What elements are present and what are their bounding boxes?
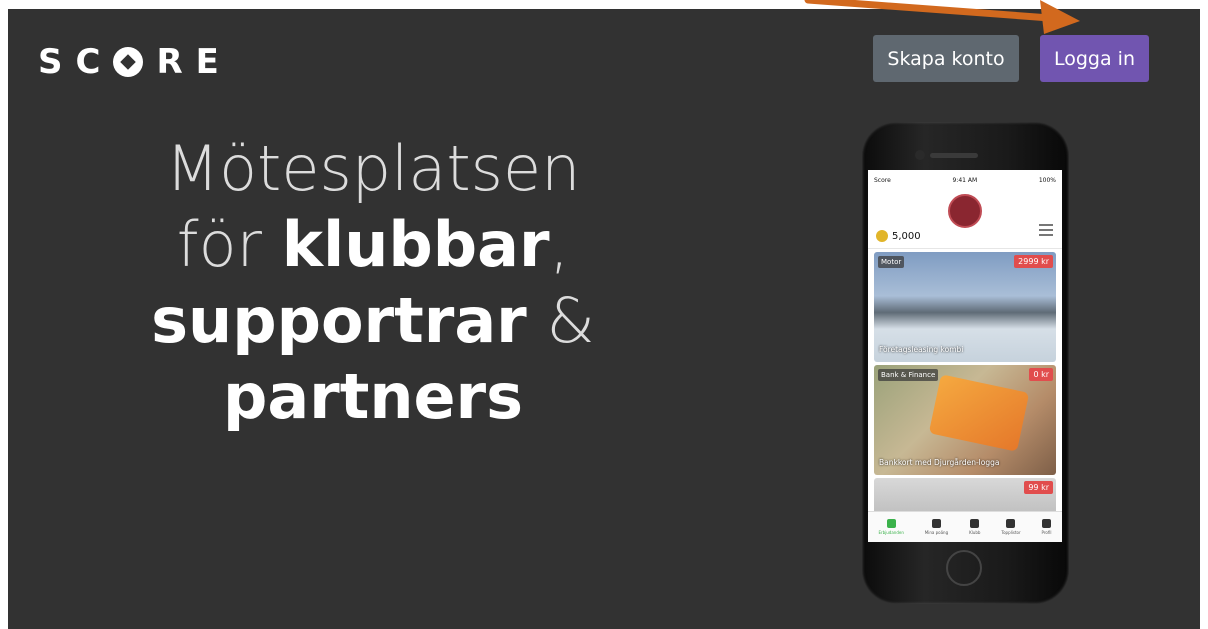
tab-label: Erbjudanden — [878, 530, 904, 535]
app-header: 5,000 — [868, 190, 1062, 249]
tab-toplists: Topplistor — [1001, 519, 1021, 535]
star-icon — [1006, 519, 1016, 528]
offer-card: Bank & Finance 0 kr Bankkort med Djurgår… — [874, 365, 1056, 475]
hero-line-4-bold: partners — [222, 360, 524, 433]
points-icon — [931, 519, 941, 528]
tab-label: Klubb — [969, 530, 981, 535]
score-logo[interactable]: SC RE — [38, 42, 232, 82]
points-display: 5,000 — [876, 230, 921, 242]
logo-o-icon — [113, 47, 144, 77]
logo-text-end: RE — [156, 42, 232, 82]
hero-line-3-light: & — [546, 284, 595, 357]
hero-line-1: Mötesplatsen — [165, 132, 581, 205]
phone-home-button — [946, 550, 982, 586]
offer-category: Motor — [878, 256, 905, 268]
phone-tab-bar: Erbjudanden Mina poäng Klubb Topplistor … — [868, 511, 1062, 542]
tag-icon — [886, 519, 896, 528]
status-battery: 100% — [1038, 176, 1056, 184]
create-account-button[interactable]: Skapa konto — [873, 35, 1019, 82]
offer-card: Motor 2999 kr Företagsleasing kombi — [874, 252, 1056, 362]
logo-text-start: SC — [38, 42, 114, 82]
profile-icon — [1042, 519, 1052, 528]
hero-line-3-bold: supportrar — [151, 284, 527, 357]
phone-screen: Score 9:41 AM 100% 5,000 Motor 2999 kr F… — [868, 170, 1062, 542]
phone-status-bar: Score 9:41 AM 100% — [868, 170, 1062, 190]
hero-headline: Mötesplatsen för klubbar, supportrar & p… — [73, 131, 673, 435]
phone-speaker — [930, 153, 978, 158]
status-time: 9:41 AM — [952, 176, 978, 184]
offer-price: 2999 kr — [1014, 255, 1053, 268]
hero-line-2-punct: , — [549, 208, 570, 281]
filter-icon — [1039, 224, 1053, 236]
tab-offers: Erbjudanden — [878, 519, 904, 535]
offer-category: Bank & Finance — [878, 369, 939, 381]
hero-line-2-bold: klubbar — [281, 208, 550, 281]
tab-profile: Profil — [1042, 519, 1052, 535]
tab-label: Topplistor — [1001, 530, 1021, 535]
tab-club: Klubb — [969, 519, 980, 535]
offer-price: 99 kr — [1024, 481, 1053, 494]
tab-points: Mina poäng — [925, 519, 948, 535]
tab-label: Profil — [1041, 530, 1052, 535]
hero-line-2-light: för — [176, 208, 262, 281]
offer-title: Företagsleasing kombi — [879, 345, 964, 354]
bank-card-image — [928, 374, 1030, 452]
coin-icon — [876, 230, 888, 242]
points-value: 5,000 — [892, 230, 921, 242]
tab-label: Mina poäng — [924, 530, 949, 535]
status-carrier: Score — [874, 176, 891, 184]
phone-camera-icon — [915, 150, 925, 160]
login-button[interactable]: Logga in — [1040, 35, 1149, 82]
club-crest-icon — [948, 194, 982, 228]
offer-price: 0 kr — [1029, 368, 1053, 381]
offer-title: Bankkort med Djurgården-logga — [879, 458, 1000, 467]
club-icon — [970, 519, 980, 528]
